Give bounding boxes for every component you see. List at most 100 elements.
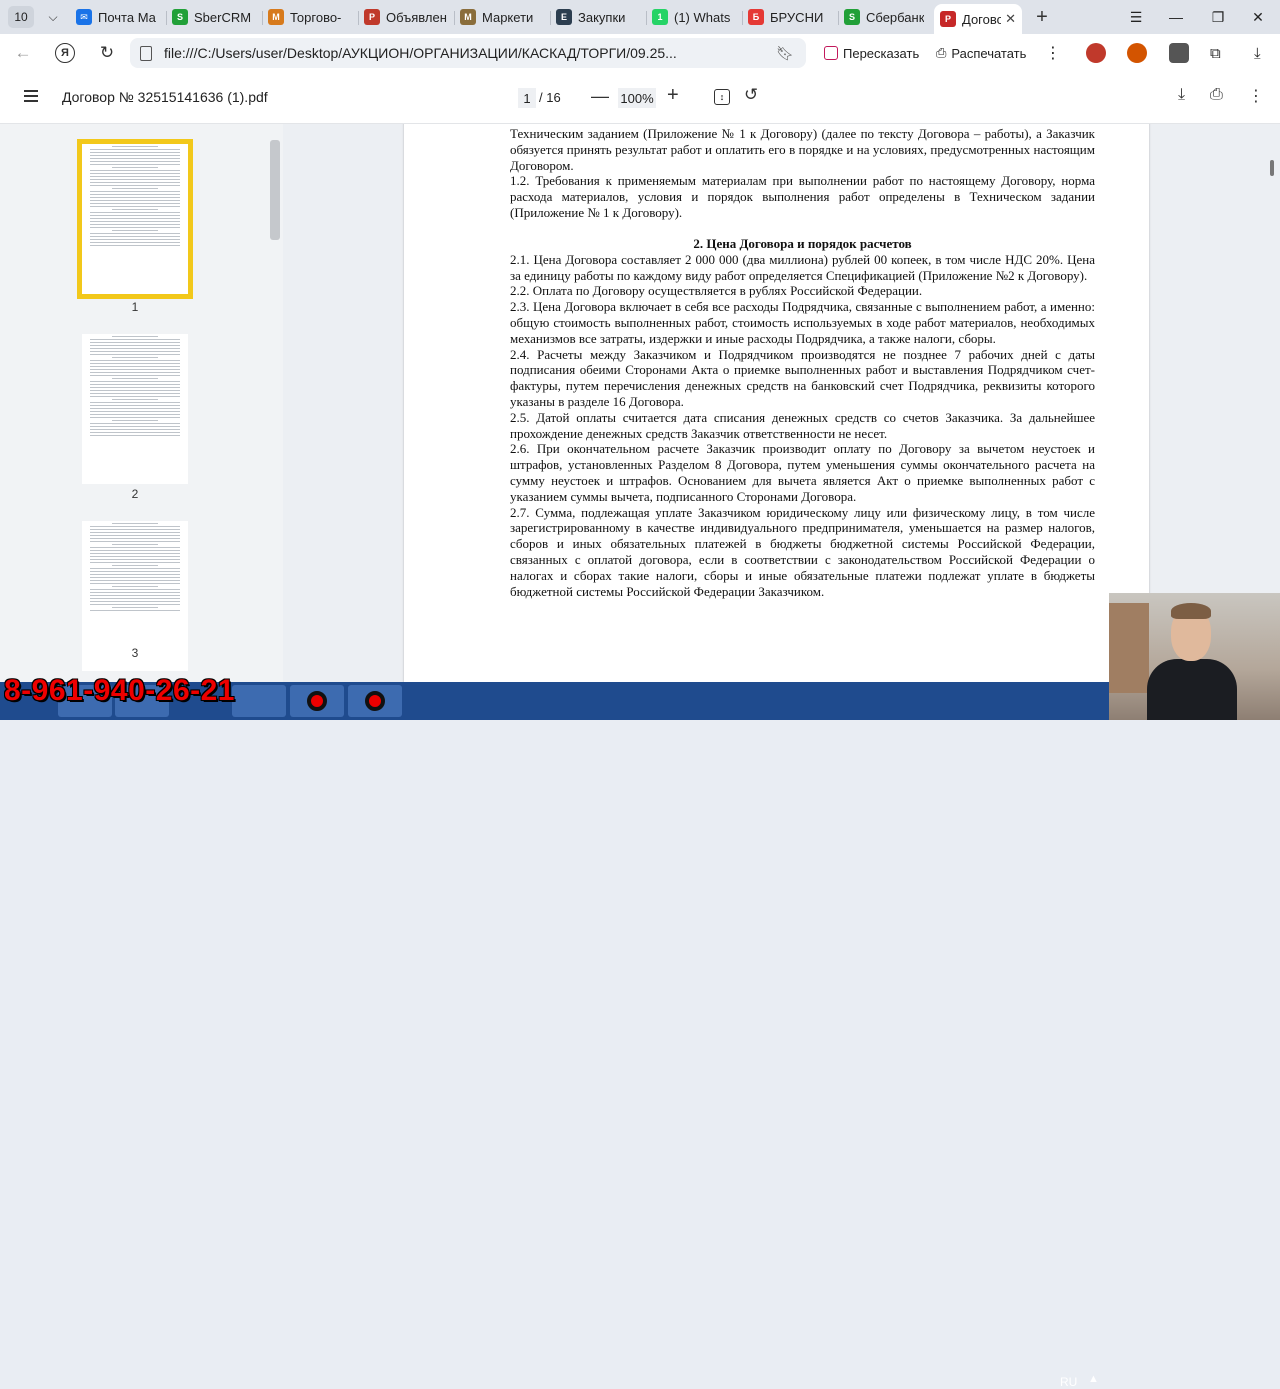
collections-icon[interactable]: ⧉ <box>1210 41 1221 65</box>
extension-icon[interactable] <box>1127 43 1147 63</box>
record-button[interactable] <box>348 685 402 717</box>
tray-arrow-icon[interactable]: ▲ <box>1088 1373 1099 1385</box>
thumbnail-text-line <box>90 351 180 352</box>
zoom-out-button[interactable]: — <box>591 86 609 107</box>
more-options-icon[interactable]: ⋮ <box>1248 86 1264 106</box>
thumbnail-text-line <box>90 239 180 240</box>
address-bar: ← Я ↻ file:///C:/Users/user/Desktop/АУКЦ… <box>0 34 1280 72</box>
thumbnail-text-line <box>90 176 180 177</box>
thumbnail-text-line <box>90 414 180 415</box>
printer-icon: ⎙ <box>936 45 947 60</box>
thumbnail-text-line <box>90 245 180 246</box>
thumbnail-text-line <box>90 592 180 593</box>
tab-label: Почта Ма <box>98 9 156 25</box>
thumbnail-text-line <box>90 348 180 349</box>
file-icon <box>140 45 152 61</box>
thumbnail-text-line <box>90 589 180 590</box>
sidebar-scrollbar[interactable] <box>270 140 280 240</box>
thumbnail-text-line <box>90 233 180 234</box>
tab-label: SberCRM <box>194 9 252 25</box>
tab-favicon-icon: E <box>556 9 572 25</box>
thumbnail-text-line <box>90 559 180 560</box>
taskbar-app[interactable] <box>232 685 286 717</box>
thumbnail-text-line <box>90 568 180 569</box>
thumbnail-page-1[interactable] <box>77 139 193 299</box>
rotate-icon[interactable]: ↺ <box>744 85 758 105</box>
thumbnail-text-line <box>90 538 180 539</box>
back-button[interactable]: ← <box>8 38 38 68</box>
tab-8[interactable]: S Сбербанк <box>838 3 934 31</box>
thumbnail-text-line <box>90 197 180 198</box>
thumbnail-text-line <box>90 417 180 418</box>
tab-7[interactable]: Б БРУСНИ <box>742 3 838 31</box>
page-number-input[interactable]: 1 <box>518 88 536 108</box>
viewer-scrollbar[interactable] <box>1270 160 1274 176</box>
tab-active[interactable]: P Догово ✕ <box>934 4 1022 34</box>
tab-3[interactable]: P Объявлен <box>358 3 454 31</box>
downloads-icon[interactable]: ⤓ <box>1254 41 1261 65</box>
menu-icon[interactable]: ☰ <box>1116 0 1156 34</box>
new-tab-button[interactable]: + <box>1028 3 1056 31</box>
thumbnail-text-line <box>90 601 180 602</box>
thumbnail-text-line <box>90 164 180 165</box>
tab-1[interactable]: S SberCRM <box>166 3 262 31</box>
close-icon[interactable]: ✕ <box>1005 11 1016 27</box>
language-indicator[interactable]: RU <box>1060 1375 1077 1389</box>
tab-6[interactable]: 1 (1) Whats <box>646 3 742 31</box>
thumbnail-text-line <box>90 411 180 412</box>
tab-5[interactable]: E Закупки <box>550 3 646 31</box>
thumbnail-text-line <box>90 185 180 186</box>
thumbnail-text-line <box>90 372 180 373</box>
thumbnail-text-line <box>90 577 180 578</box>
thumbnail-text-line <box>90 390 180 391</box>
tab-4[interactable]: M Маркети <box>454 3 550 31</box>
thumbnail-text-line <box>90 155 180 156</box>
thumbnail-text-line <box>90 366 180 367</box>
thumbnail-text-line <box>112 230 158 231</box>
menu-icon[interactable] <box>24 90 38 102</box>
zoom-in-button[interactable]: + <box>667 84 679 107</box>
download-icon[interactable]: ⤓ <box>1178 86 1185 104</box>
thumbnail-text-line <box>90 345 180 346</box>
print-icon[interactable]: ⎙ <box>1210 86 1223 104</box>
thumbnail-text-line <box>90 405 180 406</box>
paragraph-1-1: Техническим заданием (Приложение № 1 к Д… <box>510 126 1095 173</box>
tab-favicon-icon: Б <box>748 9 764 25</box>
shelf-image <box>1109 603 1149 693</box>
close-window-button[interactable]: ✕ <box>1238 0 1278 34</box>
thumbnail-text-line <box>112 544 158 545</box>
thumbnail-text-line <box>90 170 180 171</box>
tab-favicon-icon: M <box>268 9 284 25</box>
yandex-home-button[interactable]: Я <box>50 38 80 68</box>
thumbnail-text-line <box>112 336 158 337</box>
thumbnail-text-line <box>90 384 180 385</box>
paragraph-2-5: 2.5. Датой оплаты считается дата списани… <box>510 409 1095 441</box>
fit-page-icon[interactable]: ↕ <box>714 89 730 105</box>
bookmark-icon[interactable]: 🔖︎ <box>776 45 794 62</box>
url-input[interactable]: file:///C:/Users/user/Desktop/АУКЦИОН/ОР… <box>130 38 806 68</box>
more-options-icon[interactable]: ⋮ <box>1045 41 1061 65</box>
extension-icon[interactable] <box>1086 43 1106 63</box>
record-icon <box>307 691 327 711</box>
thumbnail-text-line <box>90 432 180 433</box>
thumbnail-text-line <box>112 357 158 358</box>
zoom-input[interactable]: 100% <box>618 88 656 108</box>
extension-icon[interactable] <box>1169 43 1189 63</box>
print-page-button[interactable]: ⎙ Распечатать <box>936 41 1026 65</box>
thumbnail-text-line <box>112 607 158 608</box>
thumbnail-number: 3 <box>131 646 139 660</box>
thumbnail-text-line <box>90 149 180 150</box>
thumbnail-text-line <box>90 342 180 343</box>
tab-2[interactable]: M Торгово- <box>262 3 358 31</box>
tab-strip: 10 ⌵ ✉ Почта Ма S SberCRM M Торгово- P Объявлен… <box>0 0 1280 34</box>
tab-0[interactable]: ✉ Почта Ма <box>70 3 166 31</box>
minimize-button[interactable]: — <box>1156 0 1196 34</box>
record-button[interactable] <box>290 685 344 717</box>
tab-count-badge[interactable]: 10 <box>8 6 34 28</box>
restore-button[interactable]: ❐ <box>1198 0 1238 34</box>
chevron-down-icon[interactable]: ⌵ <box>40 5 66 29</box>
retell-button[interactable]: Пересказать <box>824 41 919 65</box>
thumbnail-page-2[interactable] <box>82 334 188 484</box>
tab-label: Сбербанк <box>866 9 925 25</box>
reload-button[interactable]: ↻ <box>92 38 122 68</box>
